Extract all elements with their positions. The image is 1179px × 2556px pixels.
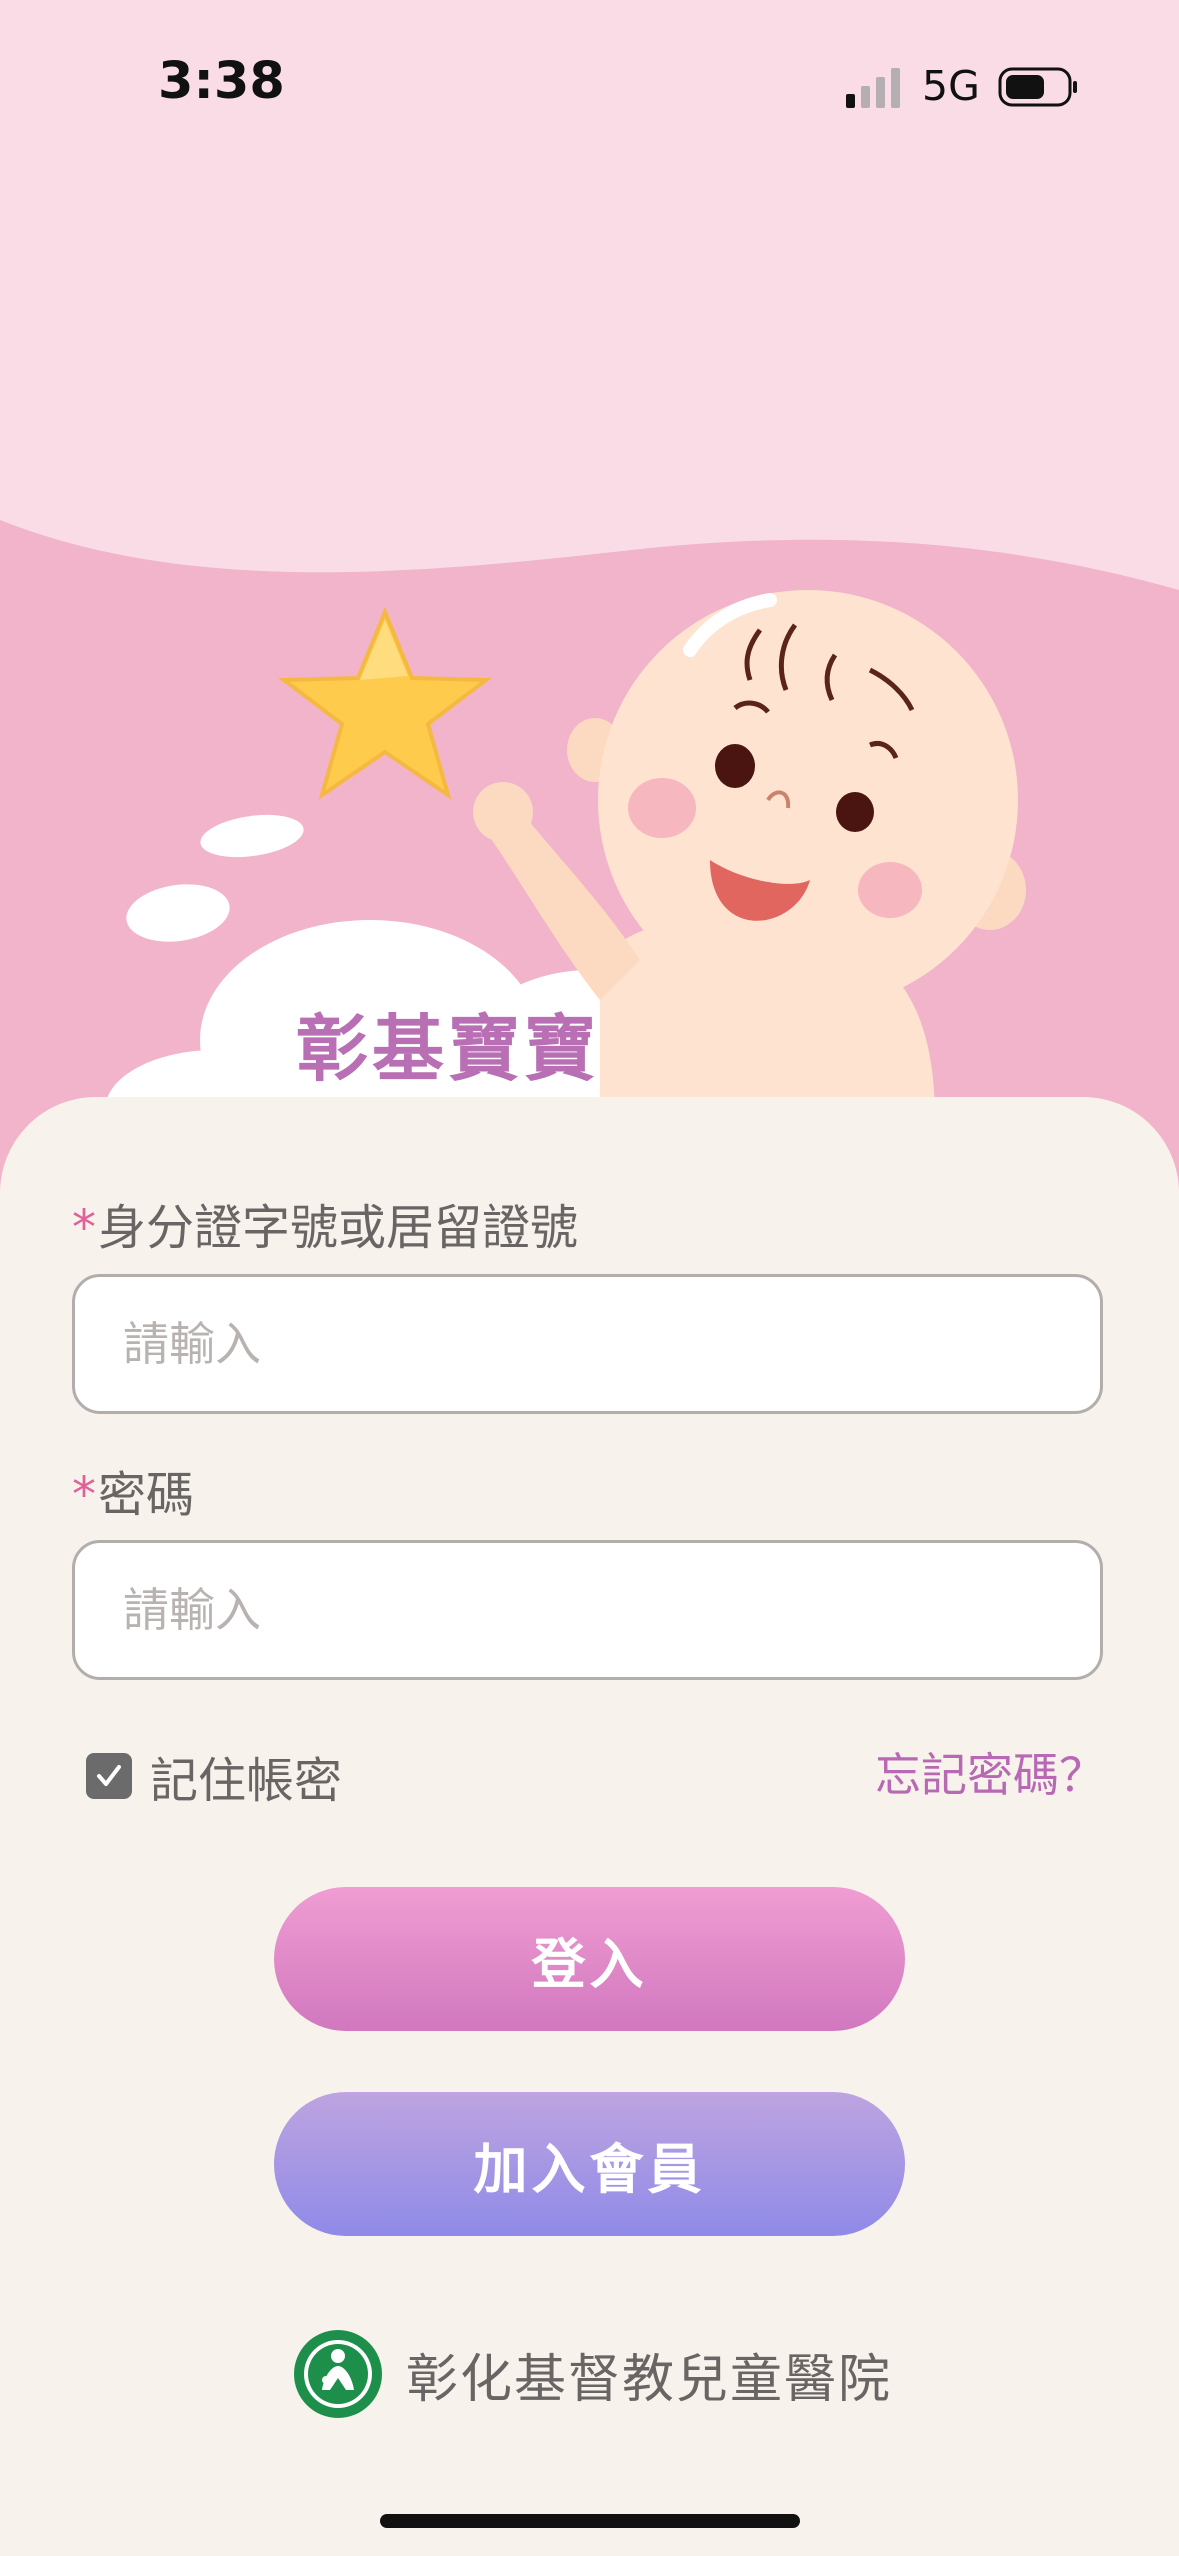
checkmark-icon xyxy=(97,1765,121,1786)
password-input[interactable] xyxy=(72,1540,1103,1680)
remember-checkbox[interactable] xyxy=(86,1753,132,1799)
forgot-password-link[interactable]: 忘記密碼？ xyxy=(875,1739,1105,1805)
remember-label: 記住帳密 xyxy=(150,1753,343,1809)
required-mark: * xyxy=(72,1200,96,1256)
required-mark: * xyxy=(72,1467,96,1523)
home-indicator[interactable] xyxy=(380,2514,800,2528)
password-label: *密碼 xyxy=(72,1455,194,1525)
id-input[interactable] xyxy=(72,1274,1103,1414)
app-title: 彰基寶寶 xyxy=(296,1006,601,1091)
join-member-button[interactable]: 加入會員 xyxy=(274,2092,905,2236)
battery-icon xyxy=(998,67,1077,107)
signal-icon xyxy=(846,68,900,108)
hospital-logo-icon xyxy=(294,2330,382,2418)
remember-me[interactable]: 記住帳密 xyxy=(86,1741,342,1811)
password-label-text: 密碼 xyxy=(98,1467,195,1523)
hospital-name: 彰化基督教兒童醫院 xyxy=(406,2349,893,2410)
login-button[interactable]: 登入 xyxy=(274,1887,905,2031)
network-type: 5G xyxy=(922,62,980,110)
id-label: *身分證字號或居留證號 xyxy=(72,1188,578,1258)
hospital-footer: 彰化基督教兒童醫院 xyxy=(292,2328,892,2420)
status-time: 3:38 xyxy=(158,52,285,111)
status-bar: 3:38 5G xyxy=(0,0,1179,175)
id-label-text: 身分證字號或居留證號 xyxy=(98,1200,579,1256)
